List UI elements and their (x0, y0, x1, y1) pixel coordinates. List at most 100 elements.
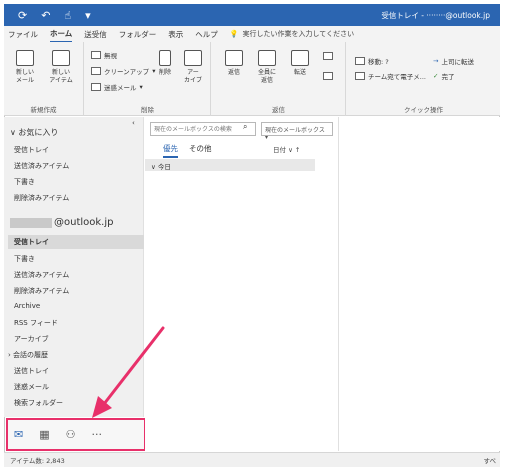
checkmark-icon: ✓ (433, 72, 439, 80)
ribbon-tabs: ファイル ホーム 送受信 フォルダー 表示 ヘルプ 💡 実行したい作業を入力して… (4, 26, 500, 43)
quick-done[interactable]: ✓ 完了 (433, 71, 454, 81)
delete-button[interactable]: 削除 (153, 50, 177, 77)
tab-other[interactable]: その他 (189, 143, 212, 154)
quick-team-label: チーム宛て電子メ... (368, 73, 427, 81)
people-icon[interactable]: ⚇ (66, 428, 76, 441)
reply-all-button[interactable]: 全員に 返信 (252, 50, 282, 85)
folder-search[interactable]: 検索フォルダー (14, 398, 63, 408)
group-label-quick-steps: クイック操作 (404, 106, 443, 114)
collapse-pane-icon[interactable]: ‹ (132, 119, 135, 127)
chevron-down-icon: ▾ (139, 83, 143, 91)
favorite-deleted[interactable]: 削除済みアイテム (14, 193, 69, 203)
favorites-header[interactable]: ∨ お気に入り (10, 127, 58, 138)
group-label-delete: 削除 (141, 106, 154, 114)
customize-icon[interactable]: ▾ (85, 9, 91, 22)
undo-icon[interactable]: ↶ (41, 9, 50, 22)
tab-send-receive[interactable]: 送受信 (84, 27, 107, 42)
favorite-sent[interactable]: 送信済みアイテム (14, 161, 69, 171)
ignore-button[interactable]: 無視 (91, 50, 117, 60)
message-list-pane: ⌕ 現在のメールボックス ▾ 優先 その他 日付 ∨ ↑ ∨ 今日 (145, 117, 339, 451)
archive-label: アー カイブ (183, 69, 202, 84)
folder-deleted[interactable]: 削除済みアイテム (14, 286, 69, 296)
ribbon-group-respond: 返信 全員に 返信 転送 返信 (212, 42, 346, 116)
junk-button[interactable]: 迷惑メール ▾ (91, 82, 143, 92)
search-scope-dropdown[interactable]: 現在のメールボックス ▾ (261, 122, 333, 141)
reply-all-label: 全員に 返信 (257, 69, 276, 84)
favorite-inbox[interactable]: 受信トレイ (14, 145, 49, 155)
group-header-today[interactable]: ∨ 今日 (145, 159, 315, 171)
cleanup-icon (91, 67, 101, 75)
folder-junk[interactable]: 迷惑メール (14, 382, 49, 392)
envelope-icon (16, 50, 34, 66)
quick-to-manager[interactable]: → 上司に転送 (433, 56, 474, 66)
team-mail-icon (355, 72, 365, 80)
ignore-icon (91, 51, 101, 59)
redacted-account (10, 217, 52, 228)
sync-icon[interactable]: ⟳ (18, 9, 27, 22)
account-header[interactable]: @outlook.jp (10, 217, 114, 228)
account-domain: @outlook.jp (54, 217, 114, 228)
folder-pane: ‹ ∨ お気に入り 受信トレイ 送信済みアイテム 下書き 削除済みアイテム @o… (4, 117, 144, 417)
forward-label: 転送 (293, 69, 306, 76)
reply-label: 返信 (227, 69, 240, 76)
more-icon[interactable]: ··· (92, 428, 103, 441)
archive-icon (184, 50, 202, 66)
reading-pane (340, 117, 500, 451)
tell-me-text: 実行したい作業を入力してください (242, 30, 355, 38)
move-icon (355, 57, 365, 65)
cleanup-button[interactable]: クリーンアップ ▾ (91, 66, 155, 76)
favorite-drafts[interactable]: 下書き (14, 177, 35, 187)
quick-move-to[interactable]: 移動: ? (355, 56, 389, 66)
folder-drafts[interactable]: 下書き (14, 254, 35, 264)
folder-rss[interactable]: RSS フィード (14, 318, 58, 328)
reply-button[interactable]: 返信 (220, 50, 248, 77)
item-count: アイテム数: 2,843 (10, 457, 65, 465)
tab-folder[interactable]: フォルダー (119, 27, 157, 42)
reply-all-icon (258, 50, 276, 66)
folder-archive-en[interactable]: Archive (14, 302, 40, 310)
tab-view[interactable]: 表示 (168, 27, 183, 42)
tell-me-box[interactable]: 💡 実行したい作業を入力してください (230, 29, 354, 39)
cleanup-label: クリーンアップ (104, 68, 150, 76)
ribbon-group-new: 新しい メール 新しい アイテム 新規作成 (4, 42, 84, 116)
tab-focused[interactable]: 優先 (163, 143, 178, 158)
folder-outbox[interactable]: 送信トレイ (14, 366, 49, 376)
touch-icon[interactable]: ☝ (64, 9, 71, 22)
junk-label: 迷惑メール (104, 84, 137, 92)
conversation-history-label: 会話の履歴 (13, 351, 49, 359)
new-items-button[interactable]: 新しい アイテム (44, 50, 78, 85)
group-label-respond: 返信 (272, 106, 285, 114)
more-respond-button[interactable] (318, 52, 338, 60)
junk-icon (91, 83, 101, 91)
today-label: 今日 (157, 163, 171, 171)
folder-inbox[interactable]: 受信トレイ (14, 237, 49, 247)
more-respond-icon (323, 72, 333, 80)
bottom-navigation: ✉ ▦ ⚇ ··· (6, 418, 146, 451)
trash-icon (159, 50, 171, 66)
quick-manager-label: 上司に転送 (441, 58, 474, 66)
lightbulb-icon: 💡 (229, 30, 239, 38)
mail-icon[interactable]: ✉ (14, 428, 23, 441)
folder-archive-jp[interactable]: アーカイブ (14, 334, 49, 344)
tab-file[interactable]: ファイル (8, 27, 38, 42)
quick-move-label: 移動: ? (368, 58, 389, 66)
search-input[interactable] (150, 122, 256, 136)
sort-dropdown[interactable]: 日付 ∨ ↑ (273, 144, 300, 154)
calendar-icon[interactable]: ▦ (39, 428, 49, 441)
new-items-icon (52, 50, 70, 66)
forward-button[interactable]: 転送 (286, 50, 314, 77)
search-icon[interactable]: ⌕ (243, 122, 247, 132)
tab-help[interactable]: ヘルプ (195, 27, 218, 42)
new-mail-button[interactable]: 新しい メール (10, 50, 40, 85)
window-title: 受信トレイ - ········@outlook.jp (381, 10, 490, 20)
ribbon: 新しい メール 新しい アイテム 新規作成 無視 クリーンアップ ▾ 迷惑メール… (4, 42, 500, 116)
quick-team-email[interactable]: チーム宛て電子メ... (355, 71, 426, 81)
ignore-label: 無視 (104, 52, 117, 60)
folder-conversation-history[interactable]: › 会話の履歴 (8, 350, 48, 360)
meeting-icon (323, 52, 333, 60)
respond-more-dropdown[interactable] (318, 72, 338, 80)
archive-button[interactable]: アー カイブ (179, 50, 207, 85)
tab-home[interactable]: ホーム (50, 26, 73, 43)
folder-sent[interactable]: 送信済みアイテム (14, 270, 69, 280)
delete-label: 削除 (158, 69, 171, 76)
